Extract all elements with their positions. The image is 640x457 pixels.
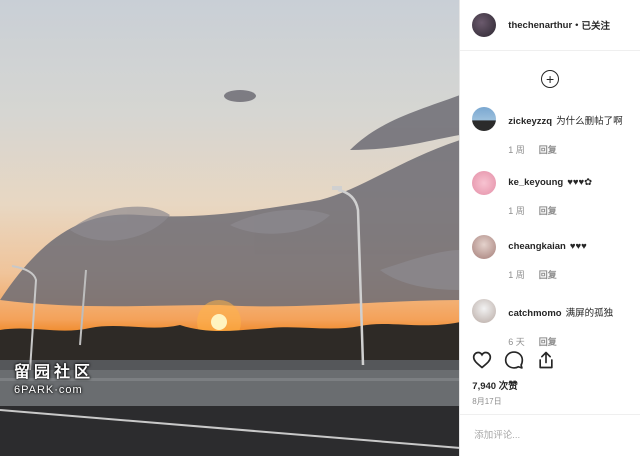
comment-username[interactable]: zickeyzzq	[508, 116, 552, 127]
post-photo: 留园社区 6PARK·com	[0, 0, 460, 456]
watermark-subtitle: 6PARK·com	[14, 384, 83, 396]
comment-avatar[interactable]	[472, 107, 497, 131]
comment-text: 满屏的孤独	[565, 308, 614, 319]
reply-button[interactable]: 回复	[539, 206, 557, 216]
post-side-panel: thechenarthur • 已关注 + zickeyzzq 为什么删帖了啊 1…	[459, 0, 640, 456]
comment-time: 1 周	[508, 270, 525, 280]
avatar[interactable]	[472, 13, 497, 37]
instagram-post: 留园社区 6PARK·com thechenarthur • 已关注 + zic…	[0, 0, 640, 456]
load-more-wrap: +	[460, 51, 640, 107]
post-date[interactable]: 8月17日	[472, 396, 501, 407]
comment-text: 为什么删帖了啊	[556, 116, 623, 127]
comment-time: 1 周	[508, 145, 525, 155]
username-link[interactable]: thechenarthur	[508, 20, 572, 31]
comment-item: ke_keyoung ♥♥♥✿ 1 周 回复	[460, 171, 640, 235]
comment-text: ♥♥♥✿	[567, 177, 593, 188]
post-actions	[472, 350, 556, 370]
share-icon[interactable]	[536, 350, 556, 370]
reply-button[interactable]: 回复	[539, 337, 557, 347]
comment-username[interactable]: catchmomo	[508, 308, 561, 319]
comment-avatar[interactable]	[472, 171, 497, 195]
add-comment-bar	[460, 414, 640, 457]
comment-avatar[interactable]	[472, 235, 497, 259]
load-more-comments-icon[interactable]: +	[541, 70, 560, 88]
header-separator: •	[575, 19, 579, 31]
comment-item: zickeyzzq 为什么删帖了啊 1 周 回复	[460, 107, 640, 171]
comment-icon[interactable]	[504, 350, 524, 370]
comment-username[interactable]: ke_keyoung	[508, 177, 563, 188]
add-comment-input[interactable]	[472, 429, 627, 442]
follow-state-button[interactable]: 已关注	[581, 18, 610, 32]
comment-item: cheangkaian ♥♥♥ 1 周 回复	[460, 235, 640, 299]
comment-username[interactable]: cheangkaian	[508, 241, 566, 252]
reply-button[interactable]: 回复	[539, 145, 557, 155]
post-header: thechenarthur • 已关注	[460, 0, 640, 51]
comment-avatar[interactable]	[472, 299, 497, 323]
comment-time: 6 天	[508, 337, 525, 347]
watermark: 留园社区 6PARK·com	[14, 358, 94, 396]
reply-button[interactable]: 回复	[539, 270, 557, 280]
comment-time: 1 周	[508, 206, 525, 216]
comment-text: ♥♥♥	[569, 241, 587, 252]
watermark-title: 留园社区	[14, 362, 95, 381]
heart-icon[interactable]	[472, 350, 492, 370]
likes-count[interactable]: 7,940 次赞	[472, 378, 517, 392]
